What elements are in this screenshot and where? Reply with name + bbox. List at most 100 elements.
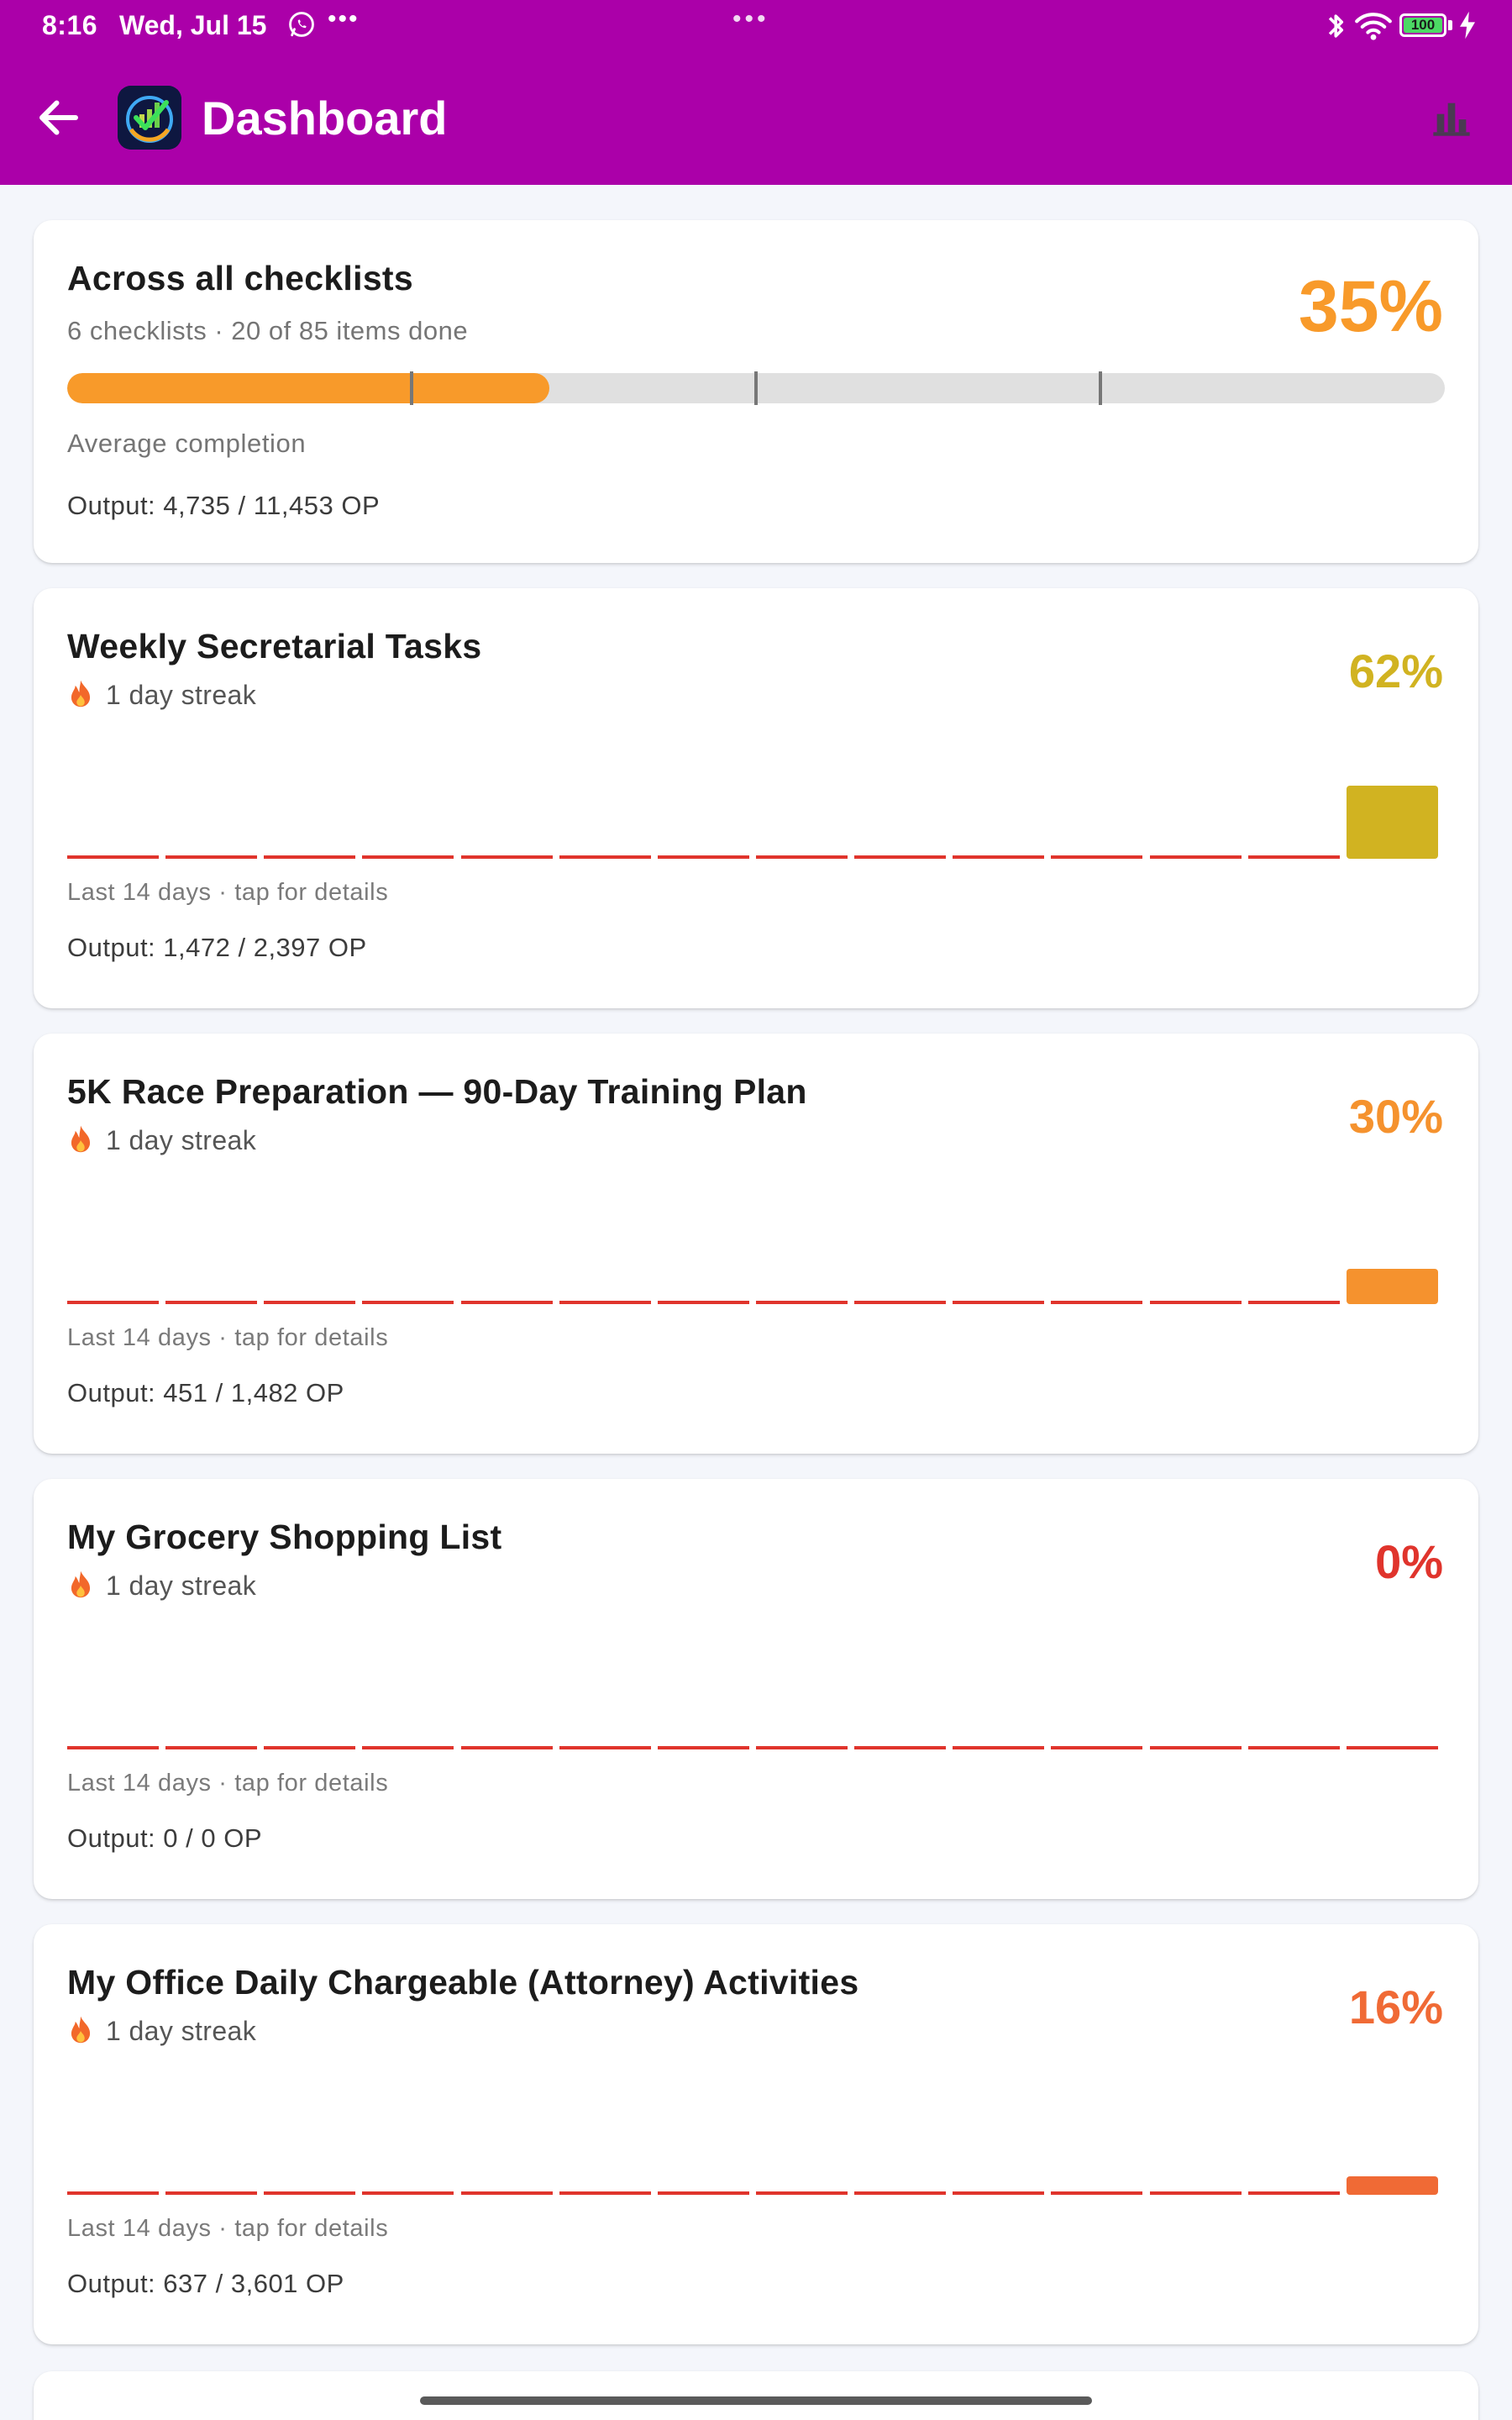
chart-caption: Last 14 days · tap for details: [67, 879, 389, 906]
day-zero-line: [67, 855, 159, 859]
day-zero-line: [756, 1746, 848, 1749]
day-zero-line: [461, 855, 553, 859]
last-14-days-chart[interactable]: [67, 1220, 1445, 1304]
day-zero-line: [264, 1301, 355, 1304]
day-zero-line: [165, 1746, 257, 1749]
day-zero-line: [658, 2191, 749, 2195]
day-zero-line: [1248, 2191, 1340, 2195]
back-arrow-icon[interactable]: [34, 92, 84, 143]
checklist-card[interactable]: My Grocery Shopping List 1 day streak 0% La…: [34, 1479, 1478, 1899]
streak-text: 1 day streak: [106, 1570, 257, 1601]
checklist-card[interactable]: Weekly Secretarial Tasks 1 day streak 62% L…: [34, 588, 1478, 1008]
checklist-output: Output: 451 / 1,482 OP: [67, 1378, 344, 1407]
last-14-days-chart[interactable]: [67, 2111, 1445, 2195]
summary-percent: 35%: [1298, 266, 1443, 347]
day-zero-line: [854, 855, 946, 859]
checklist-card[interactable]: My Office Daily Chargeable (Attorney) Ac…: [34, 1924, 1478, 2344]
page-title: Dashboard: [202, 92, 448, 145]
day-zero-line: [559, 1301, 651, 1304]
day-zero-line: [1150, 1301, 1242, 1304]
summary-title: Across all checklists: [67, 259, 413, 297]
day-zero-line: [1150, 2191, 1242, 2195]
battery-level: 100: [1404, 18, 1442, 33]
day-zero-line: [1248, 855, 1340, 859]
streak-indicator: 1 day streak: [67, 1570, 256, 1602]
chart-caption: Last 14 days · tap for details: [67, 1770, 389, 1797]
checklist-percent: 30%: [1348, 1090, 1443, 1143]
day-zero-line: [67, 1301, 159, 1304]
progress-tick-25: [410, 371, 413, 405]
day-zero-line: [67, 2191, 159, 2195]
checklist-percent: 62%: [1348, 644, 1443, 697]
whatsapp-icon: [289, 12, 314, 37]
day-zero-line: [559, 2191, 651, 2195]
app-logo-icon: [118, 86, 181, 150]
checklist-card-partial[interactable]: [34, 2371, 1478, 2420]
chart-caption: Last 14 days · tap for details: [67, 1324, 389, 1351]
progress-caption: Average completion: [67, 429, 307, 458]
day-zero-line: [953, 2191, 1044, 2195]
day-zero-line: [559, 855, 651, 859]
flame-icon: [71, 1125, 91, 1153]
day-zero-line: [264, 2191, 355, 2195]
day-zero-line: [953, 1746, 1044, 1749]
checklist-title: Weekly Secretarial Tasks: [67, 627, 482, 666]
streak-indicator: 1 day streak: [67, 1124, 256, 1156]
day-zero-line: [1051, 1301, 1142, 1304]
day-zero-line: [461, 1301, 553, 1304]
streak-text: 1 day streak: [106, 679, 257, 710]
flame-icon: [71, 1570, 91, 1598]
last-14-days-chart[interactable]: [67, 775, 1445, 859]
day-zero-line: [1051, 855, 1142, 859]
day-zero-line: [461, 2191, 553, 2195]
day-zero-line: [756, 1301, 848, 1304]
battery-icon: 100: [1399, 13, 1446, 37]
day-zero-line: [756, 855, 848, 859]
status-time: 8:16: [42, 10, 98, 40]
day-zero-line: [165, 2191, 257, 2195]
streak-text: 1 day streak: [106, 2015, 257, 2046]
checklist-title: My Grocery Shopping List: [67, 1518, 502, 1556]
checklist-card[interactable]: 5K Race Preparation — 90-Day Training Pl…: [34, 1034, 1478, 1454]
day-zero-line: [756, 2191, 848, 2195]
app-bar: 8:16 Wed, Jul 15 ••• ••• 100 Dashboard: [0, 0, 1512, 185]
home-indicator[interactable]: [420, 2396, 1092, 2405]
streak-indicator: 1 day streak: [67, 2015, 256, 2047]
day-zero-line: [264, 1746, 355, 1749]
summary-subtitle: 6 checklists · 20 of 85 items done: [67, 316, 469, 345]
bar-chart-icon[interactable]: [1430, 96, 1473, 139]
day-zero-line: [559, 1746, 651, 1749]
day-zero-line: [362, 1746, 454, 1749]
day-zero-line: [362, 1301, 454, 1304]
day-zero-line: [953, 855, 1044, 859]
summary-card[interactable]: Across all checklists 6 checklists · 20 …: [34, 220, 1478, 563]
day-zero-line: [165, 855, 257, 859]
summary-output: Output: 4,735 / 11,453 OP: [67, 491, 381, 520]
day-zero-line: [165, 1301, 257, 1304]
day-zero-line: [1248, 1746, 1340, 1749]
progress-tick-75: [1099, 371, 1102, 405]
status-date: Wed, Jul 15: [119, 10, 267, 40]
day-zero-line: [1051, 1746, 1142, 1749]
checklist-output: Output: 637 / 3,601 OP: [67, 2269, 344, 2298]
wifi-icon: [1355, 13, 1392, 40]
summary-progress-fill: [67, 373, 549, 403]
checklist-title: 5K Race Preparation — 90-Day Training Pl…: [67, 1072, 807, 1111]
day-zero-line: [658, 1746, 749, 1749]
progress-tick-50: [754, 371, 758, 405]
status-more-notifications: •••: [328, 5, 360, 33]
flame-icon: [71, 2016, 91, 2044]
day-zero-line: [362, 2191, 454, 2195]
bluetooth-icon: [1328, 14, 1344, 38]
streak-text: 1 day streak: [106, 1124, 257, 1155]
day-zero-line: [362, 855, 454, 859]
day-zero-line: [1051, 2191, 1142, 2195]
status-center-dots: •••: [732, 5, 769, 33]
checklist-output: Output: 0 / 0 OP: [67, 1823, 263, 1853]
last-14-days-chart[interactable]: [67, 1665, 1445, 1749]
flame-icon: [71, 680, 91, 708]
checklist-percent: 16%: [1348, 1981, 1443, 2033]
checklist-output: Output: 1,472 / 2,397 OP: [67, 933, 367, 962]
battery-tip: [1448, 20, 1452, 30]
day-bar: [1347, 1269, 1438, 1304]
